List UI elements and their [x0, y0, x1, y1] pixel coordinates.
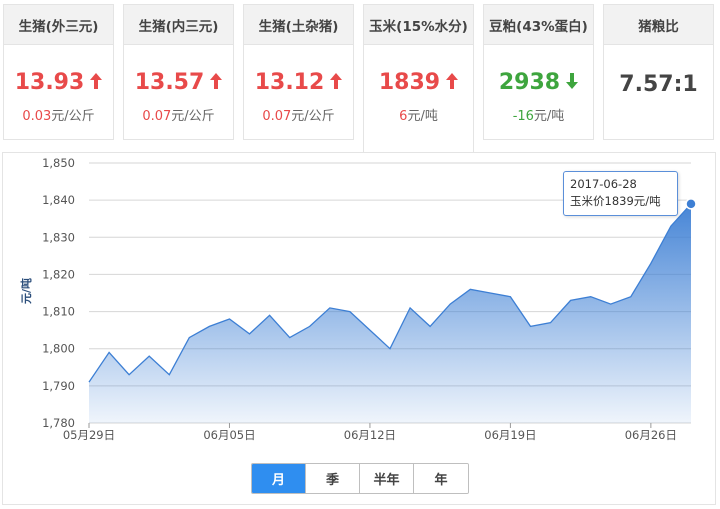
y-tick-label: 1,810 — [42, 305, 75, 319]
x-tick-label: 06月19日 — [484, 428, 536, 442]
series-layer — [88, 198, 697, 423]
chart-tooltip: 2017-06-28 玉米价1839元/吨 — [563, 171, 678, 216]
price-card[interactable]: 生猪(土杂猪) 13.12 0.07元/公斤 — [243, 4, 354, 140]
y-tick-labels: 1,7801,7901,8001,8101,8201,8301,8401,850 — [42, 156, 75, 430]
card-value: 7.57:1 — [619, 71, 698, 97]
tooltip-label: 玉米价1839元/吨 — [570, 194, 661, 208]
card-value: 2938 — [484, 67, 593, 97]
card-change: 0.03元/公斤 — [22, 109, 95, 124]
y-tick-label: 1,830 — [42, 230, 75, 244]
price-card-active[interactable]: 玉米(15%水分) 1839 6元/吨 — [363, 4, 474, 152]
y-tick-label: 1,850 — [42, 156, 75, 170]
y-tick-label: 1,820 — [42, 267, 75, 281]
arrow-up-icon — [330, 70, 343, 95]
arrow-down-icon — [566, 70, 579, 95]
arrow-up-icon — [210, 70, 223, 95]
y-tick-label: 1,800 — [42, 342, 75, 356]
tooltip-date: 2017-06-28 — [570, 177, 637, 191]
price-card[interactable]: 生猪(内三元) 13.57 0.07元/公斤 — [123, 4, 234, 140]
card-value: 1839 — [364, 67, 473, 97]
x-tick-labels: 05月29日 06月05日 06月12日 06月19日 06月26日 — [63, 423, 677, 442]
card-change: 0.07元/公斤 — [142, 109, 215, 124]
card-title: 玉米(15%水分) — [364, 5, 473, 45]
x-tick-label: 06月05日 — [203, 428, 255, 442]
price-card[interactable]: 生猪(外三元) 13.93 0.03元/公斤 — [3, 4, 114, 140]
card-change: -16元/吨 — [512, 109, 565, 124]
y-axis-label: 元/吨 — [19, 278, 33, 304]
card-value: 13.12 — [244, 67, 353, 97]
price-cards: 生猪(外三元) 13.93 0.03元/公斤 生猪(内三元) 13.57 0.0… — [0, 0, 720, 152]
highlighted-point — [685, 198, 697, 210]
price-card[interactable]: 猪粮比 7.57:1 — [603, 4, 714, 140]
y-tick-label: 1,790 — [42, 379, 75, 393]
arrow-up-icon — [446, 70, 459, 95]
card-change: 6元/吨 — [399, 109, 438, 124]
card-value: 13.57 — [124, 67, 233, 97]
card-title: 生猪(土杂猪) — [244, 5, 353, 45]
card-title: 猪粮比 — [604, 5, 713, 45]
card-title: 豆粕(43%蛋白) — [484, 5, 593, 45]
period-button-year[interactable]: 年 — [414, 464, 468, 493]
card-change: 0.07元/公斤 — [262, 109, 335, 124]
period-selector: 月 季 半年 年 — [251, 463, 469, 494]
x-tick-label: 05月29日 — [63, 428, 115, 442]
x-tick-label: 06月26日 — [625, 428, 677, 442]
card-value: 13.93 — [4, 67, 113, 97]
y-tick-label: 1,840 — [42, 193, 75, 207]
period-button-half-year[interactable]: 半年 — [360, 464, 414, 493]
price-card[interactable]: 豆粕(43%蛋白) 2938 -16元/吨 — [483, 4, 594, 140]
series-area — [89, 203, 691, 423]
arrow-up-icon — [90, 70, 103, 95]
x-tick-label: 06月12日 — [344, 428, 396, 442]
period-button-month[interactable]: 月 — [252, 464, 306, 493]
card-title: 生猪(外三元) — [4, 5, 113, 45]
period-button-quarter[interactable]: 季 — [306, 464, 360, 493]
card-title: 生猪(内三元) — [124, 5, 233, 45]
